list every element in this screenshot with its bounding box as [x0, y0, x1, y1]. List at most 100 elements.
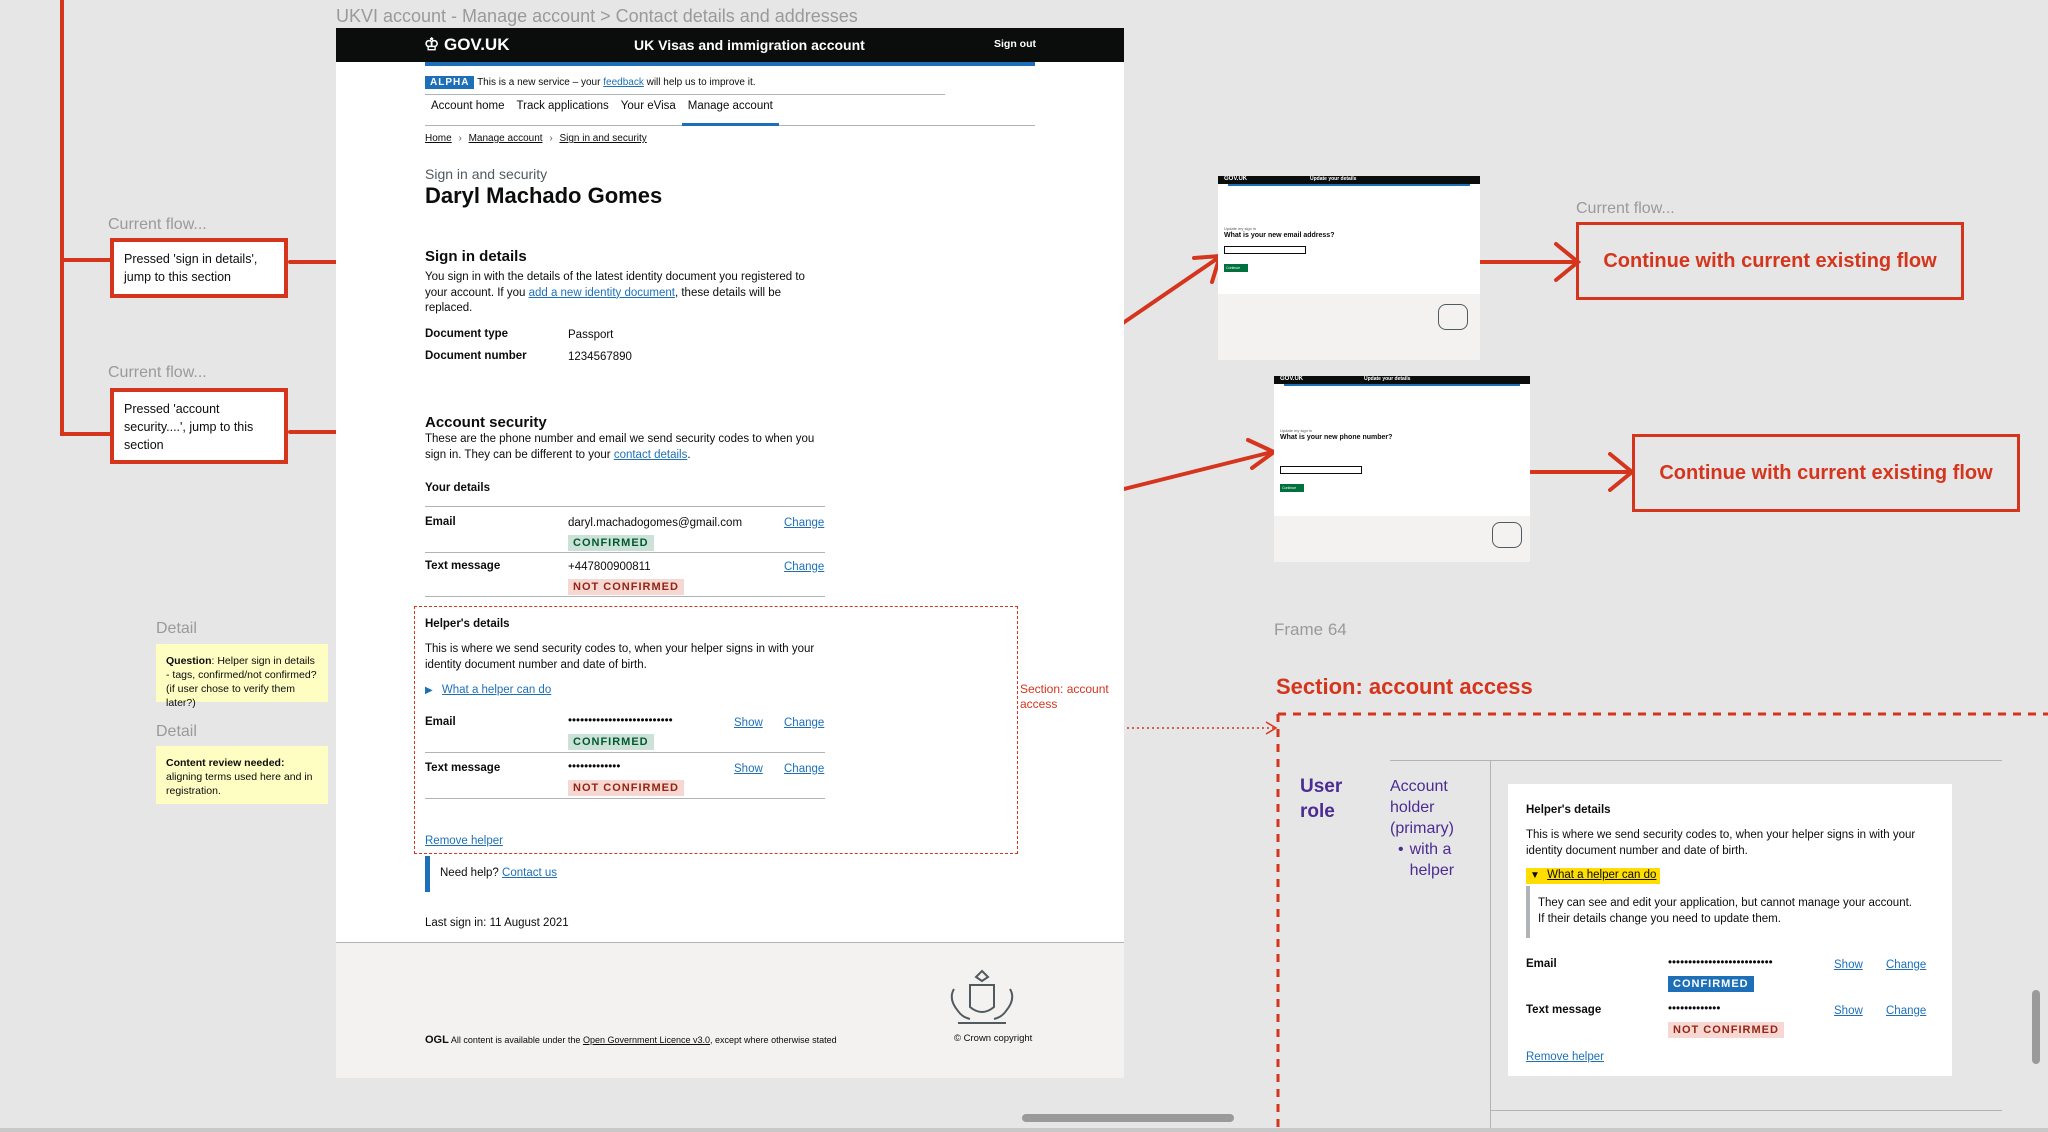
- ogl-logo: OGL: [425, 1034, 449, 1046]
- contact-details-link[interactable]: contact details: [614, 449, 688, 461]
- text-message-change-link[interactable]: Change: [784, 560, 824, 576]
- card-email-label: Email: [1526, 958, 1557, 970]
- govuk-footer: © Crown copyright OGL All content is ava…: [336, 942, 1124, 1078]
- add-identity-document-link[interactable]: add a new identity document: [529, 287, 675, 299]
- thumb-continue-button[interactable]: Continue: [1224, 264, 1248, 272]
- text-message-label: Text message: [425, 560, 501, 572]
- frame-64-label: Frame 64: [1274, 620, 1347, 639]
- page-caption: Sign in and security: [425, 166, 548, 182]
- crown-icon: ♔: [424, 35, 440, 54]
- thumb-question: What is your new email address?: [1224, 232, 1335, 239]
- thumb-continue-button[interactable]: Continue: [1280, 484, 1304, 492]
- doc-number-label: Document number: [425, 350, 527, 362]
- sign-in-heading: Sign in details: [425, 248, 527, 265]
- breadcrumb-home[interactable]: Home: [425, 133, 452, 144]
- text-message-value: +447800900811: [568, 561, 651, 573]
- card-remove-helper-link[interactable]: Remove helper: [1526, 1050, 1604, 1066]
- update-phone-thumbnail[interactable]: GOV.UK Update your details Update my sig…: [1274, 376, 1530, 562]
- doc-number-value: 1234567890: [568, 351, 632, 363]
- helper-text-label: Text message: [425, 762, 501, 774]
- security-body-end: .: [687, 448, 691, 461]
- helper-email-confirmed-tag: CONFIRMED: [568, 734, 654, 750]
- govuk-logo[interactable]: ♔ GOV.UK: [424, 35, 510, 55]
- role-bullet-text: with a helper: [1409, 841, 1455, 879]
- sign-out-link[interactable]: Sign out: [994, 38, 1036, 50]
- triangle-down-icon: ▼: [1530, 870, 1540, 881]
- email-confirmed-tag: CONFIRMED: [568, 535, 654, 551]
- card-email-masked: ••••••••••••••••••••••••••: [1668, 957, 1773, 969]
- summary-divider: [425, 752, 825, 753]
- role-name: Account holder (primary): [1390, 778, 1454, 837]
- nav-manage-account[interactable]: Manage account: [681, 100, 779, 126]
- helper-text-show-link[interactable]: Show: [734, 762, 763, 778]
- email-change-link[interactable]: Change: [784, 516, 824, 532]
- thumb-phone-input[interactable]: [1280, 466, 1362, 474]
- card-text-show-link[interactable]: Show: [1834, 1004, 1863, 1020]
- nav-your-evisa[interactable]: Your eVisa: [615, 100, 682, 125]
- nav-track-applications[interactable]: Track applications: [511, 100, 615, 125]
- open-government-licence-link[interactable]: Open Government Licence v3.0: [583, 1035, 710, 1045]
- inset-border: [425, 856, 430, 892]
- card-email-confirmed-tag: CONFIRMED: [1668, 976, 1754, 992]
- bottom-scroll-track: [0, 1128, 2048, 1132]
- breadcrumb-manage-account[interactable]: Manage account: [469, 133, 543, 144]
- card-text-change-link[interactable]: Change: [1886, 1004, 1926, 1020]
- nav-account-home[interactable]: Account home: [425, 100, 511, 125]
- sticky-content-review: Content review needed: aligning terms us…: [156, 746, 328, 804]
- remove-helper-link[interactable]: Remove helper: [425, 834, 503, 850]
- crown-copyright[interactable]: © Crown copyright: [954, 1033, 1032, 1044]
- breadcrumb: Home › Manage account › Sign in and secu…: [425, 133, 647, 144]
- vertical-scrollbar[interactable]: [2032, 990, 2040, 1064]
- role-account-holder: Account holder (primary) • with a helper: [1390, 776, 1480, 881]
- feedback-link[interactable]: feedback: [603, 77, 644, 88]
- card-text-masked: •••••••••••••: [1668, 1003, 1721, 1015]
- doc-type-label: Document type: [425, 328, 509, 340]
- card-email-show-link[interactable]: Show: [1834, 958, 1863, 974]
- footer-licence-text: All content is available under the: [450, 1035, 583, 1045]
- thumb-blue-bar: [1228, 184, 1470, 186]
- sign-in-body: You sign in with the details of the late…: [425, 270, 825, 317]
- card-what-helper-can-do-toggle[interactable]: ▼ What a helper can do: [1526, 868, 1661, 884]
- card-email-change-link[interactable]: Change: [1886, 958, 1926, 974]
- card-details-text: They can see and edit your application, …: [1538, 897, 1912, 925]
- thumb-logo: GOV.UK: [1224, 176, 1248, 182]
- helper-email-label: Email: [425, 716, 456, 728]
- helper-text-change-link[interactable]: Change: [784, 762, 824, 778]
- need-help-text: Need help?: [440, 867, 503, 879]
- card-what-helper-can-do-link[interactable]: What a helper can do: [1547, 869, 1656, 881]
- footer-licence-end: , except where otherwise stated: [710, 1035, 837, 1045]
- thumb-service: Update your details: [1310, 176, 1357, 182]
- card-helper-body: This is where we send security codes to,…: [1526, 829, 1916, 857]
- logo-text: GOV.UK: [443, 35, 510, 54]
- triangle-right-icon: ▶: [425, 685, 433, 696]
- what-helper-can-do-link[interactable]: What a helper can do: [442, 684, 551, 696]
- service-name[interactable]: UK Visas and immigration account: [634, 37, 865, 53]
- helper-email-change-link[interactable]: Change: [784, 716, 824, 732]
- thumb-blue-bar: [1284, 384, 1520, 386]
- thumb-service: Update your details: [1364, 376, 1411, 382]
- detail-label-1: Detail: [156, 620, 197, 637]
- user-role-heading: User role: [1300, 776, 1343, 822]
- govuk-header: ♔ GOV.UK UK Visas and immigration accoun…: [336, 28, 1124, 62]
- breadcrumb-sign-in-security[interactable]: Sign in and security: [559, 133, 646, 144]
- chevron-right-icon: ›: [549, 133, 553, 144]
- card-text-label: Text message: [1526, 1004, 1602, 1016]
- helper-heading: Helper's details: [425, 618, 510, 630]
- email-value: daryl.machadogomes@gmail.com: [568, 517, 743, 529]
- helper-body: This is where we send security codes to,…: [425, 643, 815, 671]
- what-helper-can-do-toggle[interactable]: ▶ What a helper can do: [425, 683, 551, 699]
- update-email-thumbnail[interactable]: GOV.UK Update your details Update my sig…: [1218, 176, 1480, 360]
- coat-of-arms-icon: [1492, 522, 1522, 548]
- horizontal-scrollbar[interactable]: [1022, 1114, 1234, 1122]
- card-text-not-confirmed-tag: NOT CONFIRMED: [1668, 1022, 1784, 1038]
- helper-email-show-link[interactable]: Show: [734, 716, 763, 732]
- alpha-tag: ALPHA: [425, 76, 475, 89]
- text-not-confirmed-tag: NOT CONFIRMED: [568, 579, 684, 595]
- last-sign-in: Last sign in: 11 August 2021: [425, 917, 569, 929]
- contact-us-link[interactable]: Contact us: [502, 867, 557, 879]
- role-bullet-item: • with a helper: [1390, 839, 1480, 881]
- summary-divider: [425, 596, 825, 597]
- phase-text-before: This is a new service – your: [477, 77, 604, 88]
- current-flow-label-3: Current flow...: [1576, 200, 1675, 217]
- thumb-email-input[interactable]: [1224, 246, 1306, 254]
